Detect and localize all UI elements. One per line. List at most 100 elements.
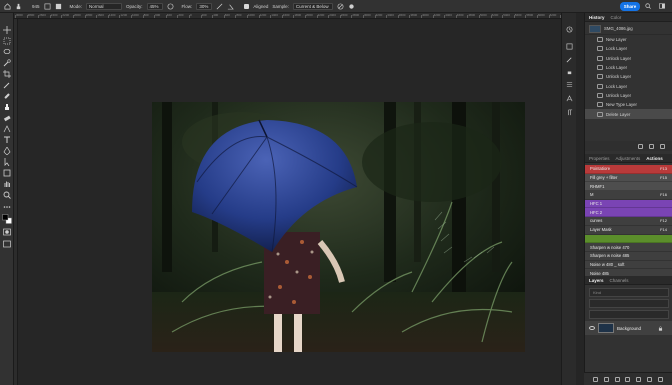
action-item[interactable]: RHMF1 [585,182,672,192]
action-item[interactable]: M F16 [585,191,672,200]
layer-row-background[interactable]: Background [585,321,672,335]
shape-tool-icon[interactable] [3,169,11,177]
brush-panel-icon[interactable] [566,56,573,63]
camera-snapshot-icon[interactable] [649,143,654,149]
action-item[interactable]: HFC 1 [585,199,672,209]
crop-tool-icon[interactable] [3,70,11,78]
swatches-panel-icon[interactable] [566,43,573,50]
move-tool-icon[interactable] [3,26,11,34]
adjustments-panel-icon[interactable] [566,81,573,88]
pressure-size-icon[interactable] [348,3,355,10]
ruler-tick [363,15,364,18]
share-button[interactable]: Share [620,2,640,11]
action-item[interactable]: Fill grey + filter F15 [585,173,672,183]
history-item[interactable]: New Type Layer [585,100,672,109]
action-item[interactable]: Sharpen w noise 485 [585,251,672,261]
visibility-eye-icon[interactable] [589,326,595,330]
color-swatches-icon[interactable] [2,214,12,224]
ruler-tick [502,15,504,18]
tab-actions[interactable]: Actions [646,156,663,161]
pressure-opacity-icon[interactable] [167,3,174,10]
mode-select[interactable]: Normal [86,2,123,10]
more-tools-icon[interactable] [3,203,11,211]
link-layers-icon[interactable] [592,376,598,382]
clone-source-panel-icon[interactable] [566,68,573,75]
ruler-tick [455,15,457,18]
clone-source-icon[interactable] [55,3,62,10]
workspace-icon[interactable] [659,3,665,9]
marquee-tool-icon[interactable] [3,37,11,45]
ruler-tick [15,15,16,18]
airbrush-icon[interactable] [216,3,223,10]
tab-history[interactable]: History [589,15,605,20]
gradient-tool-icon[interactable] [3,125,11,133]
pen-tool-icon[interactable] [3,146,11,156]
delete-layer-icon[interactable] [657,376,663,382]
action-item[interactable]: Pointatiore F13 [585,165,672,174]
tab-channels[interactable]: Channels [610,278,629,283]
hand-tool-icon[interactable] [3,180,11,188]
action-item[interactable]: HFC 2 [585,208,672,218]
history-item[interactable]: Lock Layer [585,63,672,72]
tab-color[interactable]: Color [611,15,622,20]
eraser-tool-icon[interactable] [3,114,11,122]
ignore-adjustment-layers-icon[interactable] [337,3,344,10]
history-item[interactable]: Lock Layer [585,44,672,53]
panel-icon-strip [561,13,576,385]
adjustment-layer-icon[interactable] [625,376,631,382]
new-layer-icon[interactable] [647,376,653,382]
document-image[interactable] [152,102,525,352]
action-item[interactable]: curves F12 [585,217,672,226]
action-item[interactable] [585,234,672,244]
right-panels: History Color SMG_4086.jpg New Layer Loc… [584,13,672,385]
history-item[interactable]: Lock Layer [585,81,672,90]
new-group-icon[interactable] [636,376,642,382]
healing-brush-tool-icon[interactable] [3,92,11,100]
screen-mode-icon[interactable] [3,240,11,248]
ruler-tick-label: 5000 [480,13,487,17]
clone-stamp-tool-icon[interactable] [15,3,22,10]
history-snapshot[interactable]: SMG_4086.jpg [585,23,672,35]
history-panel-icon[interactable] [566,26,573,33]
history-item[interactable]: Unlock Layer [585,72,672,81]
sample-select[interactable]: Current & Below [292,2,333,10]
eyedropper-tool-icon[interactable] [3,81,11,89]
home-icon[interactable] [4,2,11,10]
add-mask-icon[interactable] [614,376,620,382]
tab-adjustments[interactable]: Adjustments [616,156,641,161]
history-item[interactable]: New Layer [585,35,672,44]
zoom-tool-icon[interactable] [3,191,11,199]
trash-icon[interactable] [660,143,665,149]
character-panel-icon[interactable] [566,95,573,102]
flow-field[interactable]: 30% [196,2,213,10]
search-icon[interactable] [645,3,651,9]
layer-style-icon[interactable] [603,376,609,382]
quick-selection-tool-icon[interactable] [3,59,11,67]
aligned-checkbox[interactable] [244,3,250,9]
type-tool-icon[interactable] [3,136,11,144]
new-document-from-state-icon[interactable] [638,143,643,149]
ruler-tick [49,15,51,18]
angle-icon[interactable] [227,3,235,10]
history-item-selected[interactable]: Delete Layer [585,109,672,119]
clone-stamp-tool-icon[interactable] [3,103,11,111]
tab-layers[interactable]: Layers [589,278,604,283]
history-item[interactable]: Unlock Layer [585,54,672,63]
action-item[interactable]: Layer Mask F14 [585,225,672,235]
paragraph-panel-icon[interactable] [566,109,573,116]
opacity-field[interactable]: 45% [146,2,163,10]
ruler-tick-label: 3800 [410,13,418,17]
brush-size-value[interactable]: 945 [32,4,40,9]
lasso-tool-icon[interactable] [3,48,11,56]
tab-properties[interactable]: Properties [589,156,610,161]
history-item[interactable]: Unlock Layer [585,91,672,100]
path-selection-tool-icon[interactable] [3,158,11,167]
action-item[interactable]: Sharpen w noise 470 [585,243,672,252]
blend-mode-select[interactable] [589,299,669,308]
layer-filter-select[interactable]: Kind [589,288,669,297]
lock-icon[interactable] [658,325,663,331]
brush-settings-icon[interactable] [44,3,51,10]
ruler-tick [339,15,341,18]
action-item[interactable]: Noise w 480 _ soft [585,260,672,270]
quick-mask-icon[interactable] [3,228,11,236]
